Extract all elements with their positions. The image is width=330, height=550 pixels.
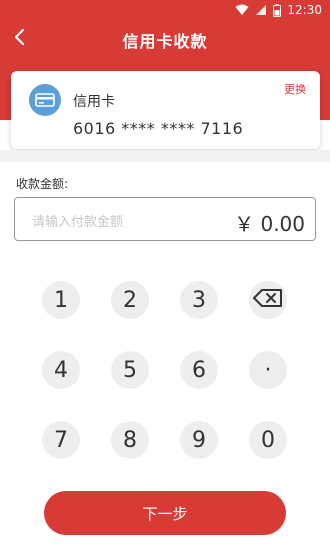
battery-icon [273,3,282,17]
key-6[interactable]: 6 [180,351,218,389]
next-step-button[interactable]: 下一步 [44,491,286,535]
backspace-key[interactable] [249,281,287,319]
wifi-icon [235,4,249,16]
page-title: 信用卡收款 [122,32,208,51]
change-card-link[interactable]: 更换 [284,81,306,97]
nav-bar: 信用卡收款 [0,22,330,58]
section-divider [0,150,330,162]
amount-value: ￥ 0.00 [234,212,305,236]
key-3[interactable]: 3 [180,281,218,319]
card-type-label: 信用卡 [73,94,115,110]
signal-icon [255,4,267,16]
key-4[interactable]: 4 [42,351,80,389]
key-2[interactable]: 2 [111,281,149,319]
key-0[interactable]: 0 [249,421,287,459]
key-1[interactable]: 1 [42,281,80,319]
key-9[interactable]: 9 [180,421,218,459]
key-5[interactable]: 5 [111,351,149,389]
credit-card-panel: 信用卡 6016 **** **** 7116 更换 [11,71,320,149]
card-number: 6016 **** **** 7116 [73,119,244,138]
key-8[interactable]: 8 [111,421,149,459]
amount-input[interactable]: 请输入付款金额 ￥ 0.00 [14,197,316,241]
key-7[interactable]: 7 [42,421,80,459]
credit-card-icon [29,84,61,116]
key-decimal[interactable]: · [249,351,287,389]
status-bar: 12:30 [0,0,330,22]
status-time: 12:30 [287,3,322,17]
amount-placeholder: 请输入付款金额 [32,215,124,230]
amount-label: 收款金额: [16,177,69,191]
backspace-icon [253,288,283,313]
